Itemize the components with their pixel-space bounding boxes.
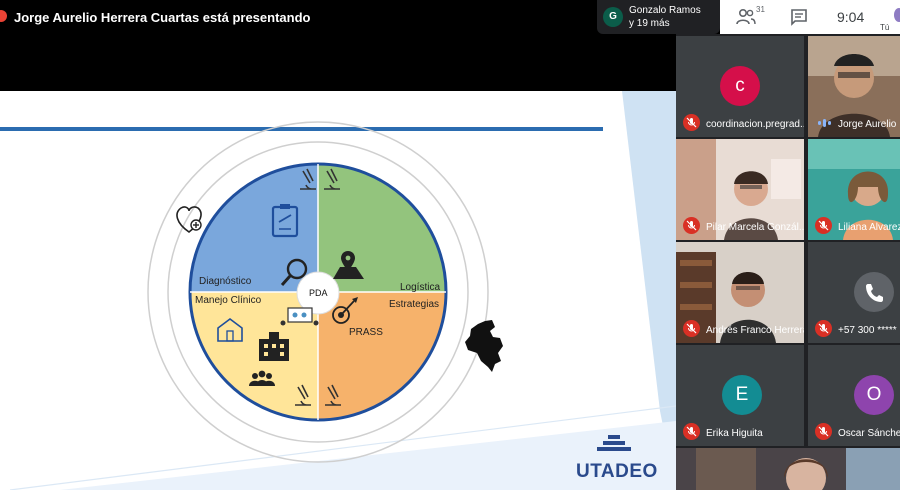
label-estrategias: Estrategias: [389, 299, 440, 310]
participant-avatar: c: [720, 66, 760, 106]
people-icon[interactable]: [736, 8, 756, 26]
participant-avatar: E: [722, 375, 762, 415]
quadrant-diagnostico: [190, 164, 318, 292]
muted-mic-icon: [683, 320, 700, 337]
slide-graphic: [0, 91, 676, 490]
phone-icon: [866, 284, 883, 302]
shared-screen-slide: Diagnóstico Logística Manejo Clínico Est…: [0, 91, 676, 490]
colombia-map-icon: [465, 320, 503, 372]
participant-tile[interactable]: +57 300 *****: [808, 242, 900, 343]
clock: 9:04: [837, 9, 865, 25]
participant-tile[interactable]: Andrés Franco Herrera: [676, 242, 804, 343]
quadrant-estrategias: [318, 292, 446, 420]
label-diagnostico: Diagnóstico: [199, 276, 252, 287]
label-pda: PDA: [309, 288, 328, 298]
muted-mic-icon: [815, 423, 832, 440]
phone-participant-avatar: [854, 272, 894, 312]
speaking-indicator-icon: [818, 119, 831, 127]
header-rule: [0, 127, 603, 131]
participant-tile[interactable]: c coordinacion.pregrad...: [676, 36, 804, 137]
participant-name: Oscar Sánchez: [838, 428, 900, 439]
self-avatar[interactable]: [894, 8, 900, 22]
participant-avatar: O: [854, 375, 894, 415]
label-logistica: Logística: [400, 282, 441, 293]
label-manejo-clinico: Manejo Clínico: [195, 295, 262, 306]
participant-tile[interactable]: Pilar Marcela Gonzál...: [676, 139, 804, 240]
participant-name: Jorge Aurelio: [838, 119, 897, 130]
presenting-banner: Jorge Aurelio Herrera Cuartas está prese…: [0, 0, 597, 34]
muted-mic-icon: [815, 217, 832, 234]
participant-name: +57 300 *****: [838, 325, 897, 336]
people-count: 31: [756, 5, 765, 14]
muted-mic-icon: [683, 114, 700, 131]
participant-more-count: y 19 más: [629, 18, 670, 29]
participant-name: Liliana Alvarez: [838, 222, 900, 233]
participant-name: Gonzalo Ramos: [629, 5, 701, 16]
label-prass: PRASS: [349, 327, 383, 338]
muted-mic-icon: [683, 423, 700, 440]
participant-video: [676, 448, 900, 490]
participant-tile[interactable]: E Erika Higuita: [676, 345, 804, 446]
participant-name: Pilar Marcela Gonzál...: [706, 222, 804, 233]
participant-name: coordinacion.pregrad...: [706, 119, 804, 130]
muted-mic-icon: [815, 320, 832, 337]
participants-preview-chip[interactable]: G Gonzalo Ramos y 19 más: [597, 0, 720, 34]
participant-avatar: G: [603, 7, 623, 27]
participant-gallery: c coordinacion.pregrad... Jorge Aurelio: [676, 34, 900, 490]
top-controls: 31 9:04 Tú: [720, 0, 900, 34]
participant-tile[interactable]: Liliana Alvarez: [808, 139, 900, 240]
participant-tile[interactable]: Jorge Aurelio: [808, 36, 900, 137]
meet-window: Jorge Aurelio Herrera Cuartas está prese…: [0, 0, 900, 490]
self-label: Tú: [880, 23, 890, 32]
participant-name: Erika Higuita: [706, 428, 763, 439]
participant-tile[interactable]: O Oscar Sánchez: [808, 345, 900, 446]
utadeo-logo: UTADEO: [576, 461, 658, 482]
presenting-text: Jorge Aurelio Herrera Cuartas está prese…: [14, 10, 311, 25]
participant-name: Andrés Franco Herrera: [706, 325, 804, 336]
heart-plus-icon: [176, 206, 202, 233]
presenting-indicator-icon: [0, 10, 7, 22]
muted-mic-icon: [683, 217, 700, 234]
participant-tile[interactable]: [676, 448, 900, 490]
chat-icon[interactable]: [790, 8, 808, 26]
